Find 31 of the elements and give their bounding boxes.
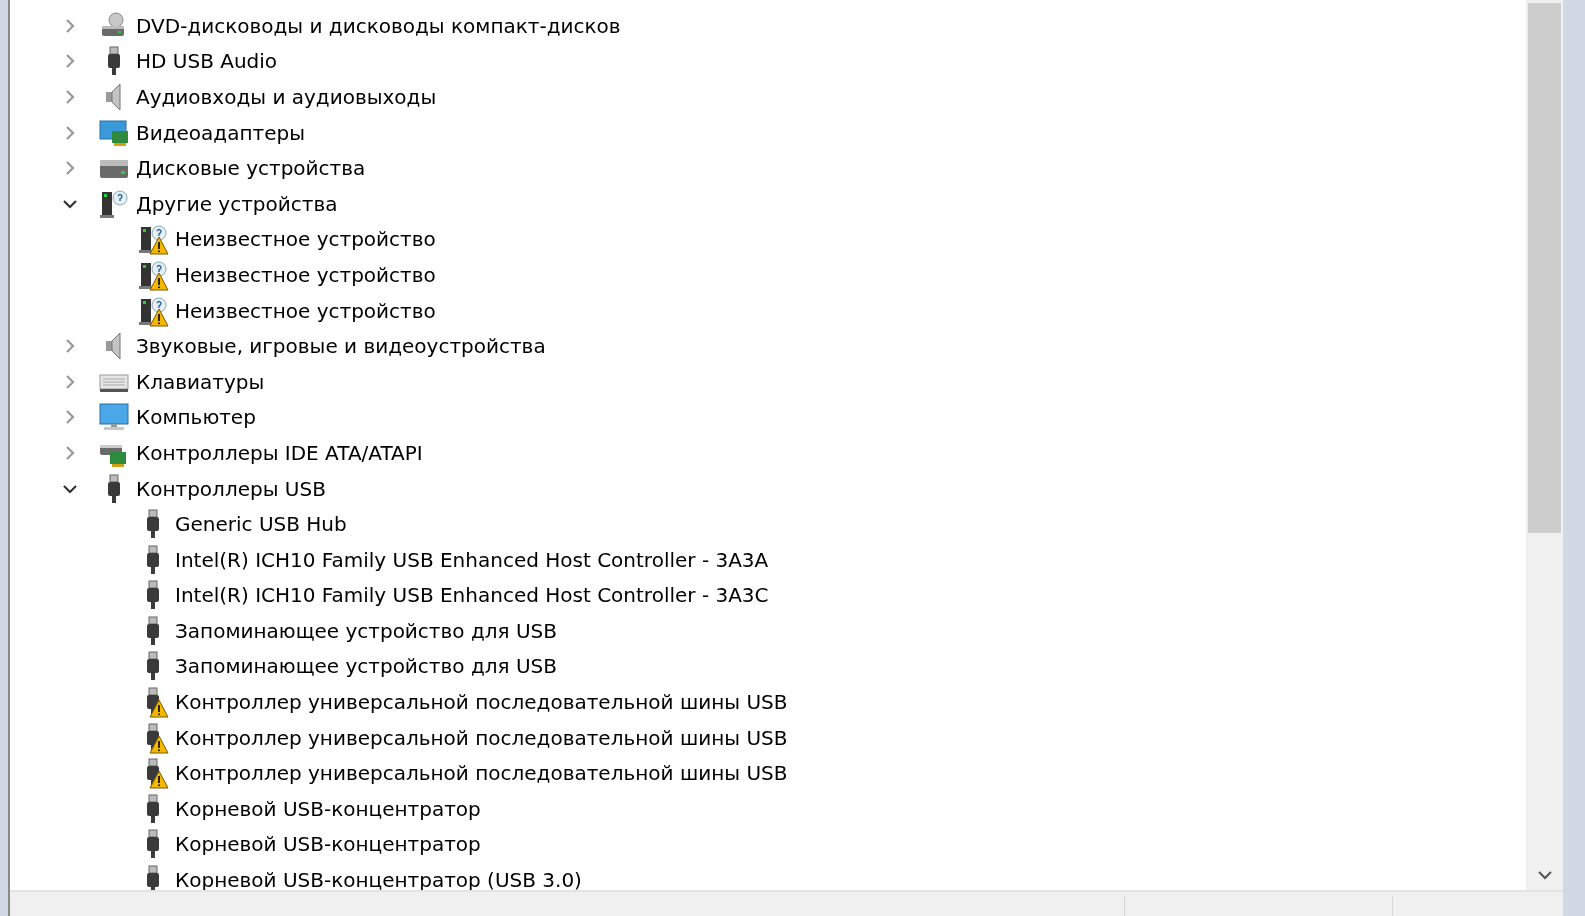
tree-item[interactable]: Клавиатуры bbox=[136, 369, 265, 394]
tree-item[interactable]: DVD-дисководы и дисководы компакт-дисков bbox=[136, 13, 621, 38]
tree-item[interactable]: Запоминающее устройство для USB bbox=[175, 654, 557, 679]
tree-item[interactable]: Неизвестное устройство bbox=[175, 262, 436, 287]
tree-item[interactable]: Запоминающее устройство для USB bbox=[175, 618, 557, 643]
tree-item[interactable]: Контроллер универсальной последовательной шины USB bbox=[175, 725, 788, 750]
tree-item[interactable]: Дисковые устройства bbox=[136, 156, 366, 181]
device-warning-icon bbox=[137, 294, 169, 327]
tree-item[interactable]: Корневой USB-концентратор bbox=[175, 796, 481, 821]
tree-item[interactable]: Другие устройства bbox=[136, 191, 338, 216]
tree-item[interactable]: Generic USB Hub bbox=[175, 512, 347, 537]
tree-item[interactable]: Неизвестное устройство bbox=[175, 227, 436, 252]
device-warning-icon bbox=[137, 258, 169, 291]
tree-item[interactable]: Контроллер универсальной последовательной шины USB bbox=[175, 690, 788, 715]
tree-item[interactable]: Контроллер универсальной последовательной шины USB bbox=[175, 761, 788, 786]
tree-item[interactable]: Неизвестное устройство bbox=[175, 298, 436, 323]
tree-item[interactable]: Аудиовходы и аудиовыходы bbox=[136, 85, 437, 109]
tree-item[interactable]: Контроллеры USB bbox=[136, 476, 326, 501]
scroll-down-icon[interactable] bbox=[1537, 870, 1552, 880]
device-icon bbox=[98, 187, 130, 220]
device-warning-icon bbox=[137, 223, 169, 256]
tree-item[interactable]: Контроллеры IDE ATA/ATAPI bbox=[136, 440, 423, 465]
tree-item[interactable]: Звуковые, игровые и видеоустройства bbox=[136, 334, 546, 359]
tree-item[interactable]: Корневой USB-концентратор bbox=[175, 832, 481, 857]
tree-item[interactable]: Видеоадаптеры bbox=[136, 120, 305, 145]
tree-item[interactable]: HD USB Audio bbox=[136, 49, 278, 74]
tree-item[interactable]: Компьютер bbox=[136, 405, 256, 430]
scrollbar-thumb[interactable] bbox=[1528, 3, 1561, 533]
scrollbar[interactable] bbox=[1526, 0, 1563, 890]
tree-item[interactable]: Intel(R) ICH10 Family USB Enhanced Host Controller - 3A3A bbox=[175, 547, 769, 572]
tree-item[interactable]: Intel(R) ICH10 Family USB Enhanced Host Controller - 3A3C bbox=[175, 583, 769, 608]
